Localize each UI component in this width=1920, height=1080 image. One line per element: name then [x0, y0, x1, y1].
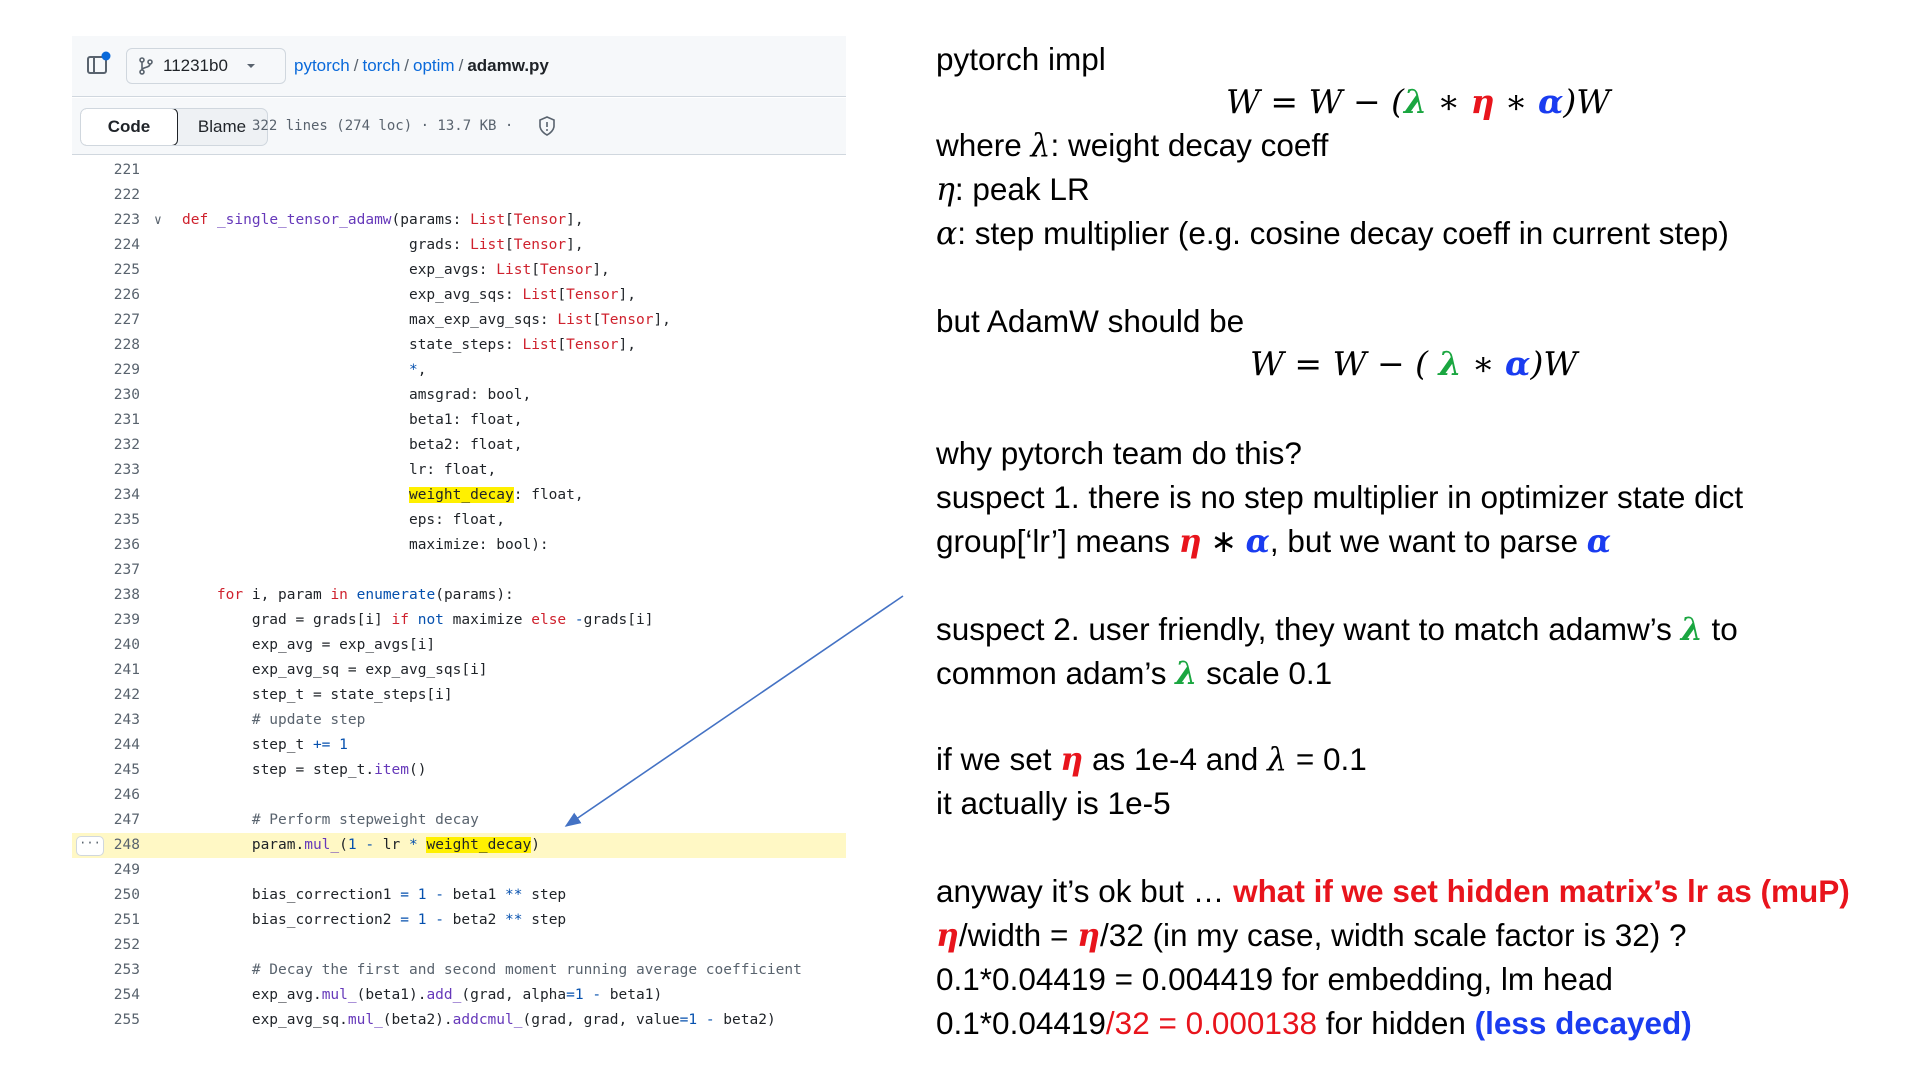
- note-line: 0.1*0.04419/32 = 0.000138 for hidden (le…: [936, 1005, 1692, 1041]
- note-line: if we set η as 1e-4 and λ = 0.1: [936, 741, 1367, 778]
- note-line: η/width = η/32 (in my case, width scale …: [936, 917, 1687, 954]
- code-line: 247 # Perform stepweight decay: [113, 812, 479, 828]
- code-line-highlighted: ··· 248 param.mul_(1 - lr * weight_decay): [72, 833, 846, 858]
- code-line: 223 ∨ def _single_tensor_adamw(params: Lis…: [72, 208, 846, 233]
- note-line: 0.1*0.04419 = 0.004419 for embedding, lm…: [936, 961, 1613, 997]
- alpha-symbol: α: [1537, 82, 1564, 121]
- file-header: 11231b0 pytorch / torch / optim / adamw.py: [72, 36, 846, 97]
- view-toggle: Code Blame: [80, 108, 268, 146]
- file-meta: 322 lines (274 loc) · 13.7 KB ·: [252, 118, 514, 134]
- alpha-symbol: α: [1505, 344, 1531, 383]
- eta-symbol: η: [1470, 82, 1495, 121]
- branch-name: 11231b0: [163, 56, 228, 75]
- code-line: 255 exp_avg_sq.mul_(beta2).addcmul_(grad…: [113, 1012, 776, 1028]
- code-line: 239 grad = grads[i] if not maximize else…: [113, 612, 654, 628]
- note-line: η: peak LR: [936, 171, 1090, 208]
- lambda-symbol: λ: [1438, 344, 1462, 383]
- code-line: 238 for i, param in enumerate(params):: [113, 587, 514, 603]
- note-line: where λ: weight decay coeff: [936, 127, 1329, 164]
- code-line: 224 grads: List[Tensor],: [113, 237, 584, 253]
- breadcrumb-optim[interactable]: optim: [413, 56, 455, 75]
- code-line: 230 amsgrad: bool,: [113, 387, 532, 403]
- note-line: it actually is 1e-5: [936, 785, 1171, 821]
- code-line: 252: [113, 937, 140, 953]
- branch-selector[interactable]: 11231b0: [126, 48, 286, 84]
- breadcrumb-pytorch[interactable]: pytorch: [294, 56, 350, 75]
- code-line: 244 step_t += 1: [113, 737, 348, 753]
- shield-icon[interactable]: [538, 116, 556, 136]
- chevron-down-icon: [246, 64, 255, 68]
- code-block: 221 222 223 ∨ def _single_tensor_adamw(par…: [72, 158, 846, 1033]
- code-line: 251 bias_correction2 = 1 - beta2 ** step: [113, 912, 567, 928]
- equation-adamw: W = W − ( λ ∗ α)W: [1250, 344, 1578, 383]
- breadcrumb: pytorch / torch / optim / adamw.py: [294, 56, 549, 75]
- note-line: why pytorch team do this?: [936, 435, 1302, 471]
- git-branch-icon: [139, 57, 153, 75]
- code-line: 228 state_steps: List[Tensor],: [113, 337, 636, 353]
- lambda-symbol: λ: [1404, 82, 1428, 121]
- code-line: 235 eps: float,: [113, 512, 506, 528]
- note-line: suspect 1. there is no step multiplier i…: [936, 479, 1744, 515]
- fold-chevron-icon[interactable]: ∨: [154, 208, 162, 233]
- code-line: 234 weight_decay: float,: [113, 487, 584, 503]
- code-line: 245 step = step_t.item(): [113, 762, 427, 778]
- note-line: but AdamW should be: [936, 303, 1245, 339]
- code-line: 227 max_exp_avg_sqs: List[Tensor],: [113, 312, 671, 328]
- code-line: 246: [113, 787, 140, 803]
- note-line: α: step multiplier (e.g. cosine decay co…: [936, 215, 1729, 252]
- note-line: suspect 2. user friendly, they want to m…: [936, 611, 1738, 648]
- code-line: 237: [113, 562, 140, 578]
- code-line: 249: [113, 862, 140, 878]
- breadcrumb-torch[interactable]: torch: [362, 56, 400, 75]
- code-viewer: 11231b0 pytorch / torch / optim / adamw.py Cod…: [72, 36, 846, 1028]
- code-line: 232 beta2: float,: [113, 437, 523, 453]
- code-line: 243 # update step: [113, 712, 366, 728]
- code-line: 231 beta1: float,: [113, 412, 523, 428]
- note-line: anyway it’s ok but … what if we set hidd…: [936, 873, 1850, 909]
- code-line: 229 *,: [113, 362, 427, 378]
- code-line: 254 exp_avg.mul_(beta1).add_(grad, alpha…: [113, 987, 663, 1003]
- code-line: 233 lr: float,: [113, 462, 497, 478]
- code-line: 250 bias_correction1 = 1 - beta1 ** step: [113, 887, 567, 903]
- code-line: 226 exp_avg_sqs: List[Tensor],: [113, 287, 636, 303]
- file-tree-icon[interactable]: [84, 50, 112, 78]
- note-line: pytorch impl: [936, 41, 1106, 77]
- code-line: 222: [113, 187, 140, 203]
- code-line: 241 exp_avg_sq = exp_avg_sqs[i]: [113, 662, 488, 678]
- view-toolbar: Code Blame 322 lines (274 loc) · 13.7 KB…: [72, 98, 846, 155]
- tab-code[interactable]: Code: [81, 109, 178, 145]
- note-line: common adam’s λ scale 0.1: [936, 655, 1333, 692]
- code-line: 253 # Decay the first and second moment …: [113, 962, 802, 978]
- code-line: 225 exp_avgs: List[Tensor],: [113, 262, 610, 278]
- code-line: 236 maximize: bool):: [113, 537, 549, 553]
- breadcrumb-file: adamw.py: [467, 56, 549, 75]
- code-line: 242 step_t = state_steps[i]: [113, 687, 453, 703]
- code-line: 221: [113, 162, 140, 178]
- note-line: group[‘lr’] means η ∗ α, but we want to …: [936, 523, 1612, 560]
- code-line: 240 exp_avg = exp_avgs[i]: [113, 637, 436, 653]
- equation-pytorch: W = W − (λ ∗ η ∗ α)W: [1226, 82, 1611, 121]
